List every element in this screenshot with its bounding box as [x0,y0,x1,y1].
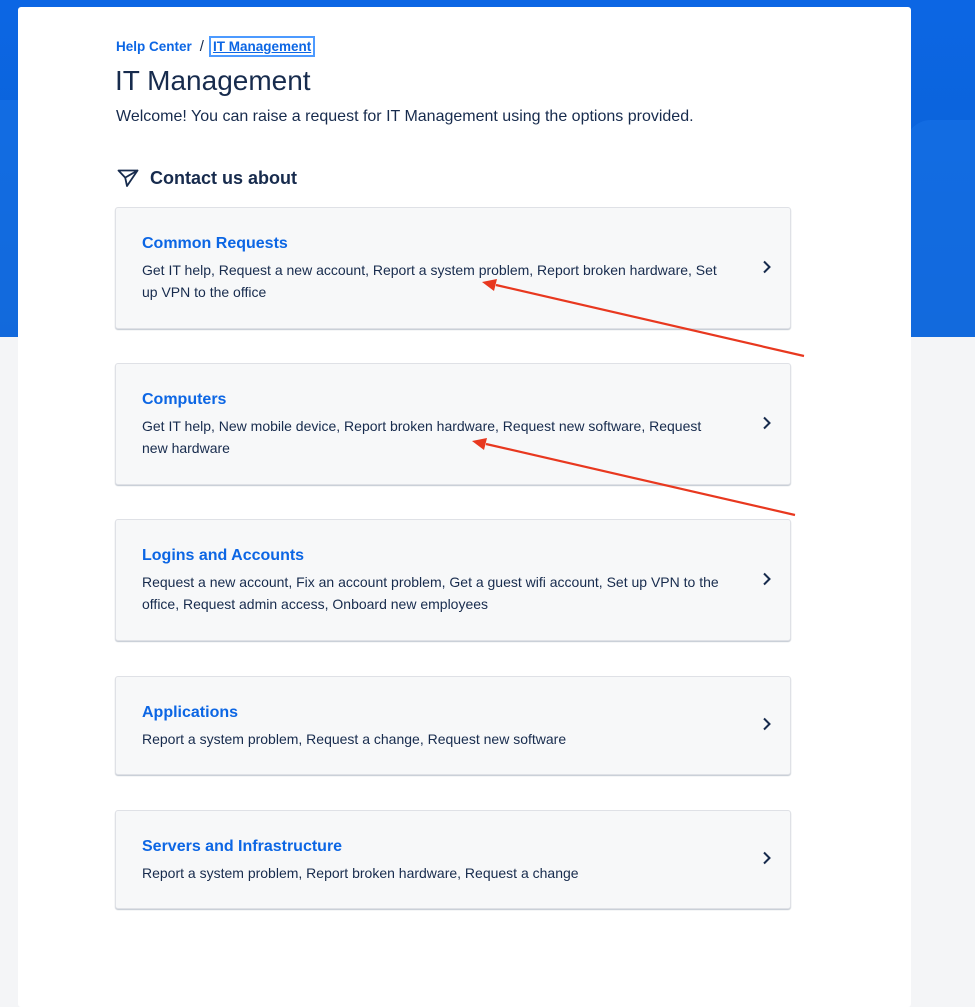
request-group-applications[interactable]: Applications Report a system problem, Re… [115,676,791,775]
request-group-logins-and-accounts[interactable]: Logins and Accounts Request a new accoun… [115,519,791,641]
card-description: Report a system problem, Request a chang… [142,731,567,747]
contact-heading-label: Contact us about [150,167,297,188]
send-icon [117,169,139,187]
chevron-right-icon [763,717,771,731]
card-description: Get IT help, Request a new account, Repo… [142,262,717,300]
card-description: Report a system problem, Report broken h… [142,865,579,881]
banner-decoration [0,100,18,337]
request-group-common-requests[interactable]: Common Requests Get IT help, Request a n… [115,207,791,329]
banner-decoration [905,120,975,337]
chevron-right-icon [763,851,771,865]
chevron-right-icon [763,260,771,274]
card-title: Logins and Accounts [142,547,305,564]
chevron-right-icon [763,572,771,586]
request-group-computers[interactable]: Computers Get IT help, New mobile device… [115,363,791,485]
breadcrumb: Help Center / IT Management [116,36,316,57]
portal-panel: Help Center / IT Management IT Managemen… [18,7,911,1007]
breadcrumb-it-management[interactable]: IT Management [208,36,316,57]
contact-heading: Contact us about [116,166,297,190]
breadcrumb-separator: / [199,38,204,55]
card-title: Applications [142,704,239,721]
breadcrumb-help-center[interactable]: Help Center [116,39,192,54]
card-title: Servers and Infrastructure [142,838,343,855]
card-title: Computers [142,391,227,408]
card-description: Get IT help, New mobile device, Report b… [142,418,702,456]
request-group-servers-and-infrastructure[interactable]: Servers and Infrastructure Report a syst… [115,810,791,909]
card-title: Common Requests [142,235,288,252]
welcome-text: Welcome! You can raise a request for IT … [116,108,694,125]
page-title: IT Management [115,65,311,96]
chevron-right-icon [763,416,771,430]
card-description: Request a new account, Fix an account pr… [142,574,719,612]
